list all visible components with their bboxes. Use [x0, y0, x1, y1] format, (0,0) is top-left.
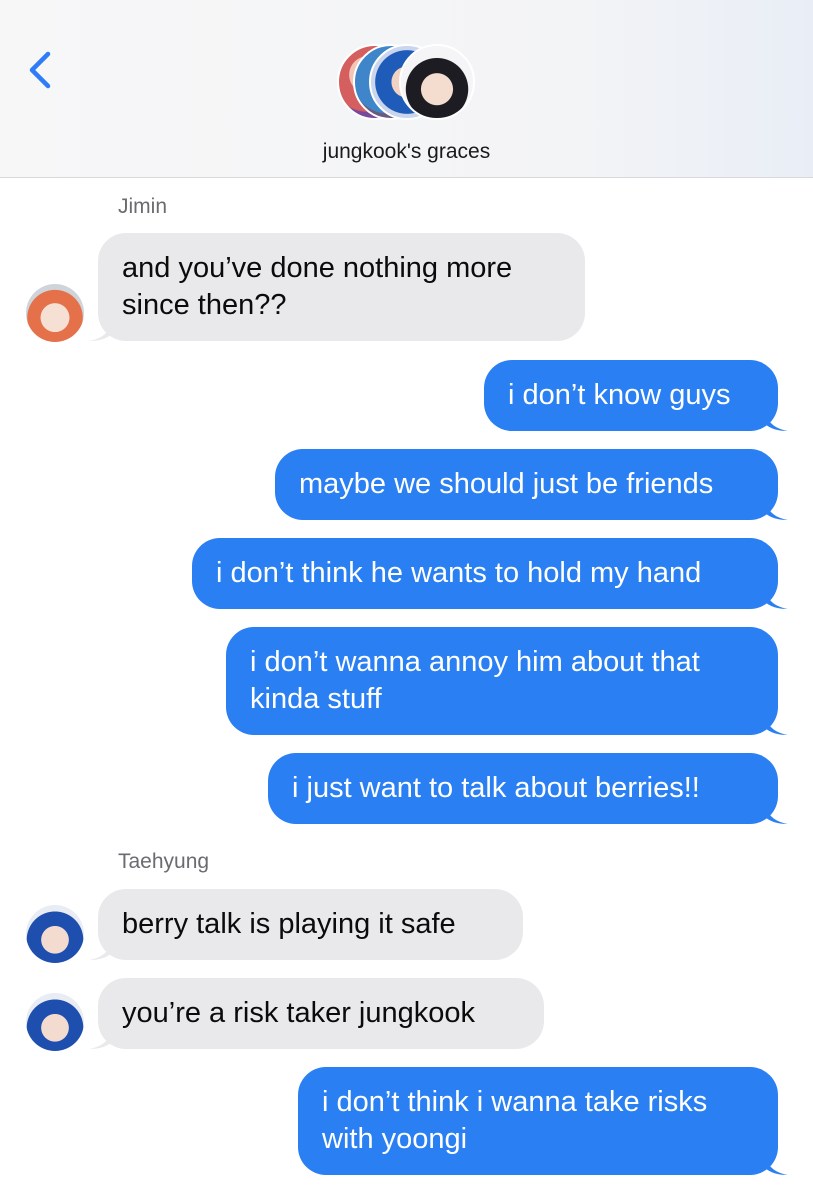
incoming-message[interactable]: you’re a risk taker jungkook: [89, 978, 544, 1049]
bubble-tail: [764, 800, 788, 824]
bubble-tail: [89, 1025, 113, 1049]
group-name[interactable]: jungkook's graces: [0, 140, 813, 164]
outgoing-message[interactable]: i don’t wanna annoy him about that kinda…: [226, 627, 788, 735]
avatar[interactable]: [26, 905, 84, 963]
conversation-header: jungkook's graces: [0, 0, 813, 178]
outgoing-message[interactable]: maybe we should just be friends: [275, 449, 788, 520]
outgoing-message[interactable]: i don’t think he wants to hold my hand: [192, 538, 788, 609]
bubble-tail: [764, 407, 788, 431]
message-text: maybe we should just be friends: [299, 468, 714, 500]
message-text: and you’ve done nothing more since then?…: [122, 252, 513, 321]
message-text: i don’t know guys: [508, 379, 731, 411]
group-member-avatar: [399, 44, 475, 120]
bubble-tail: [764, 711, 788, 735]
message-text: i don’t think i wanna take risks with yo…: [322, 1086, 708, 1155]
incoming-message[interactable]: and you’ve done nothing more since then?…: [89, 233, 585, 341]
message-text: i don’t think he wants to hold my hand: [216, 557, 702, 589]
group-avatar-stack[interactable]: [337, 44, 477, 124]
message-text: berry talk is playing it safe: [122, 908, 456, 940]
bubble-tail: [764, 585, 788, 609]
bubble-tail: [89, 317, 113, 341]
message-text: i just want to talk about berries!!: [292, 772, 700, 804]
bubble-tail: [764, 496, 788, 520]
message-text: i don’t wanna annoy him about that kinda…: [250, 646, 700, 715]
message-text: you’re a risk taker jungkook: [122, 997, 475, 1029]
outgoing-message[interactable]: i don’t know guys: [484, 360, 788, 431]
outgoing-message[interactable]: i don’t think i wanna take risks with yo…: [298, 1067, 788, 1175]
outgoing-message[interactable]: i just want to talk about berries!!: [268, 753, 788, 824]
avatar[interactable]: [26, 284, 84, 342]
sender-name: Jimin: [118, 195, 168, 218]
bubble-tail: [764, 1151, 788, 1175]
chevron-left-icon[interactable]: [22, 48, 58, 92]
incoming-message[interactable]: berry talk is playing it safe: [89, 889, 523, 960]
avatar[interactable]: [26, 993, 84, 1051]
sender-name: Taehyung: [118, 850, 210, 873]
bubble-tail: [89, 936, 113, 960]
